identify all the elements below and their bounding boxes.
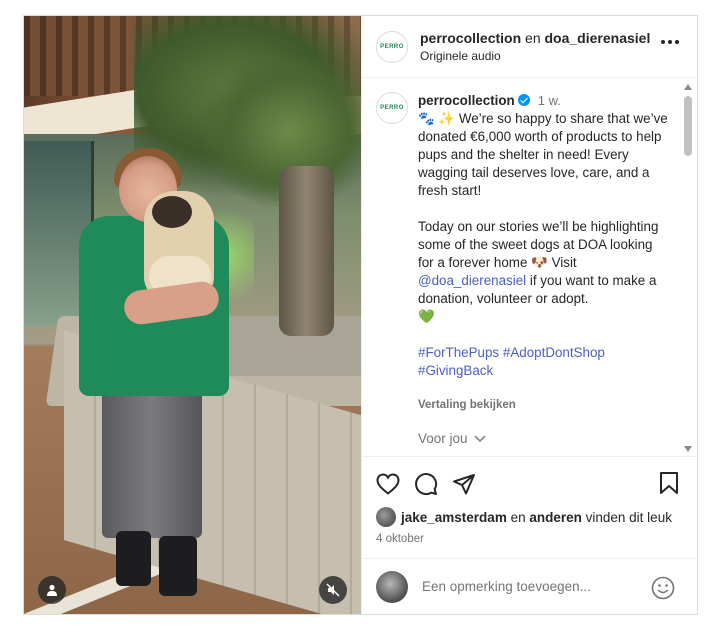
comment-icon[interactable]	[414, 472, 438, 496]
mention-link[interactable]: @doa_dierenasiel	[418, 273, 526, 288]
post-dialog: PERRO perrocollection en doa_dierenasiel…	[23, 15, 698, 615]
author-avatar[interactable]: PERRO	[376, 30, 408, 63]
post-time[interactable]: 1 w.	[538, 93, 561, 108]
post-actions: jake_amsterdam en anderen vinden dit leu…	[362, 456, 697, 558]
liker-username[interactable]: jake_amsterdam	[401, 510, 507, 525]
caption-avatar[interactable]: PERRO	[376, 92, 408, 124]
video-frame	[24, 16, 361, 614]
comments-section: PERRO perrocollection 1 w. 🐾 ✨ We’re so h…	[362, 78, 697, 456]
caption-emoji: 🐾 ✨	[418, 111, 456, 126]
audio-link[interactable]: Originele audio	[420, 49, 650, 63]
scroll-thumb[interactable]	[684, 96, 692, 156]
share-icon[interactable]	[452, 472, 476, 496]
post-video[interactable]	[24, 16, 361, 614]
likes-summary: jake_amsterdam en anderen vinden dit leu…	[376, 507, 683, 527]
more-icon[interactable]	[661, 40, 679, 44]
caption-text: We’re so happy to share that we’ve donat…	[418, 111, 668, 198]
emoji-icon[interactable]	[651, 576, 675, 600]
likes-others-link[interactable]: anderen	[529, 510, 582, 525]
scroll-down-icon[interactable]	[684, 446, 692, 452]
translate-button[interactable]: Vertaling bekijken	[418, 396, 670, 414]
verified-icon	[517, 94, 530, 106]
logo-text: PERRO	[380, 43, 404, 50]
post-sidebar: PERRO perrocollection en doa_dierenasiel…	[361, 16, 697, 614]
post-date[interactable]: 4 oktober	[376, 533, 683, 545]
hashtag-link[interactable]: #ForThePups	[418, 345, 499, 360]
heart-icon[interactable]	[376, 473, 400, 495]
comment-input[interactable]	[422, 579, 632, 594]
caption-username[interactable]: perrocollection	[418, 93, 515, 108]
hashtag-link[interactable]: #GivingBack	[418, 363, 493, 378]
chevron-down-icon	[474, 435, 486, 442]
post-header: PERRO perrocollection en doa_dierenasiel…	[362, 16, 697, 78]
for-you-dropdown[interactable]: Voor jou	[418, 430, 670, 448]
comments-scrollbar[interactable]	[683, 84, 693, 452]
liker-avatar[interactable]	[376, 507, 396, 527]
author-username[interactable]: perrocollection	[420, 30, 521, 46]
user-icon	[47, 584, 57, 596]
collab-username[interactable]: doa_dierenasiel	[545, 30, 651, 46]
scroll-up-icon[interactable]	[684, 84, 692, 90]
tagged-users-button[interactable]	[38, 576, 66, 604]
add-comment-bar	[362, 558, 697, 614]
current-user-avatar	[376, 570, 408, 603]
caption: PERRO perrocollection 1 w. 🐾 ✨ We’re so h…	[376, 92, 673, 448]
mute-icon	[326, 583, 340, 597]
mute-button[interactable]	[319, 576, 347, 604]
hashtag-link[interactable]: #AdoptDontShop	[503, 345, 605, 360]
bookmark-icon[interactable]	[659, 471, 679, 495]
